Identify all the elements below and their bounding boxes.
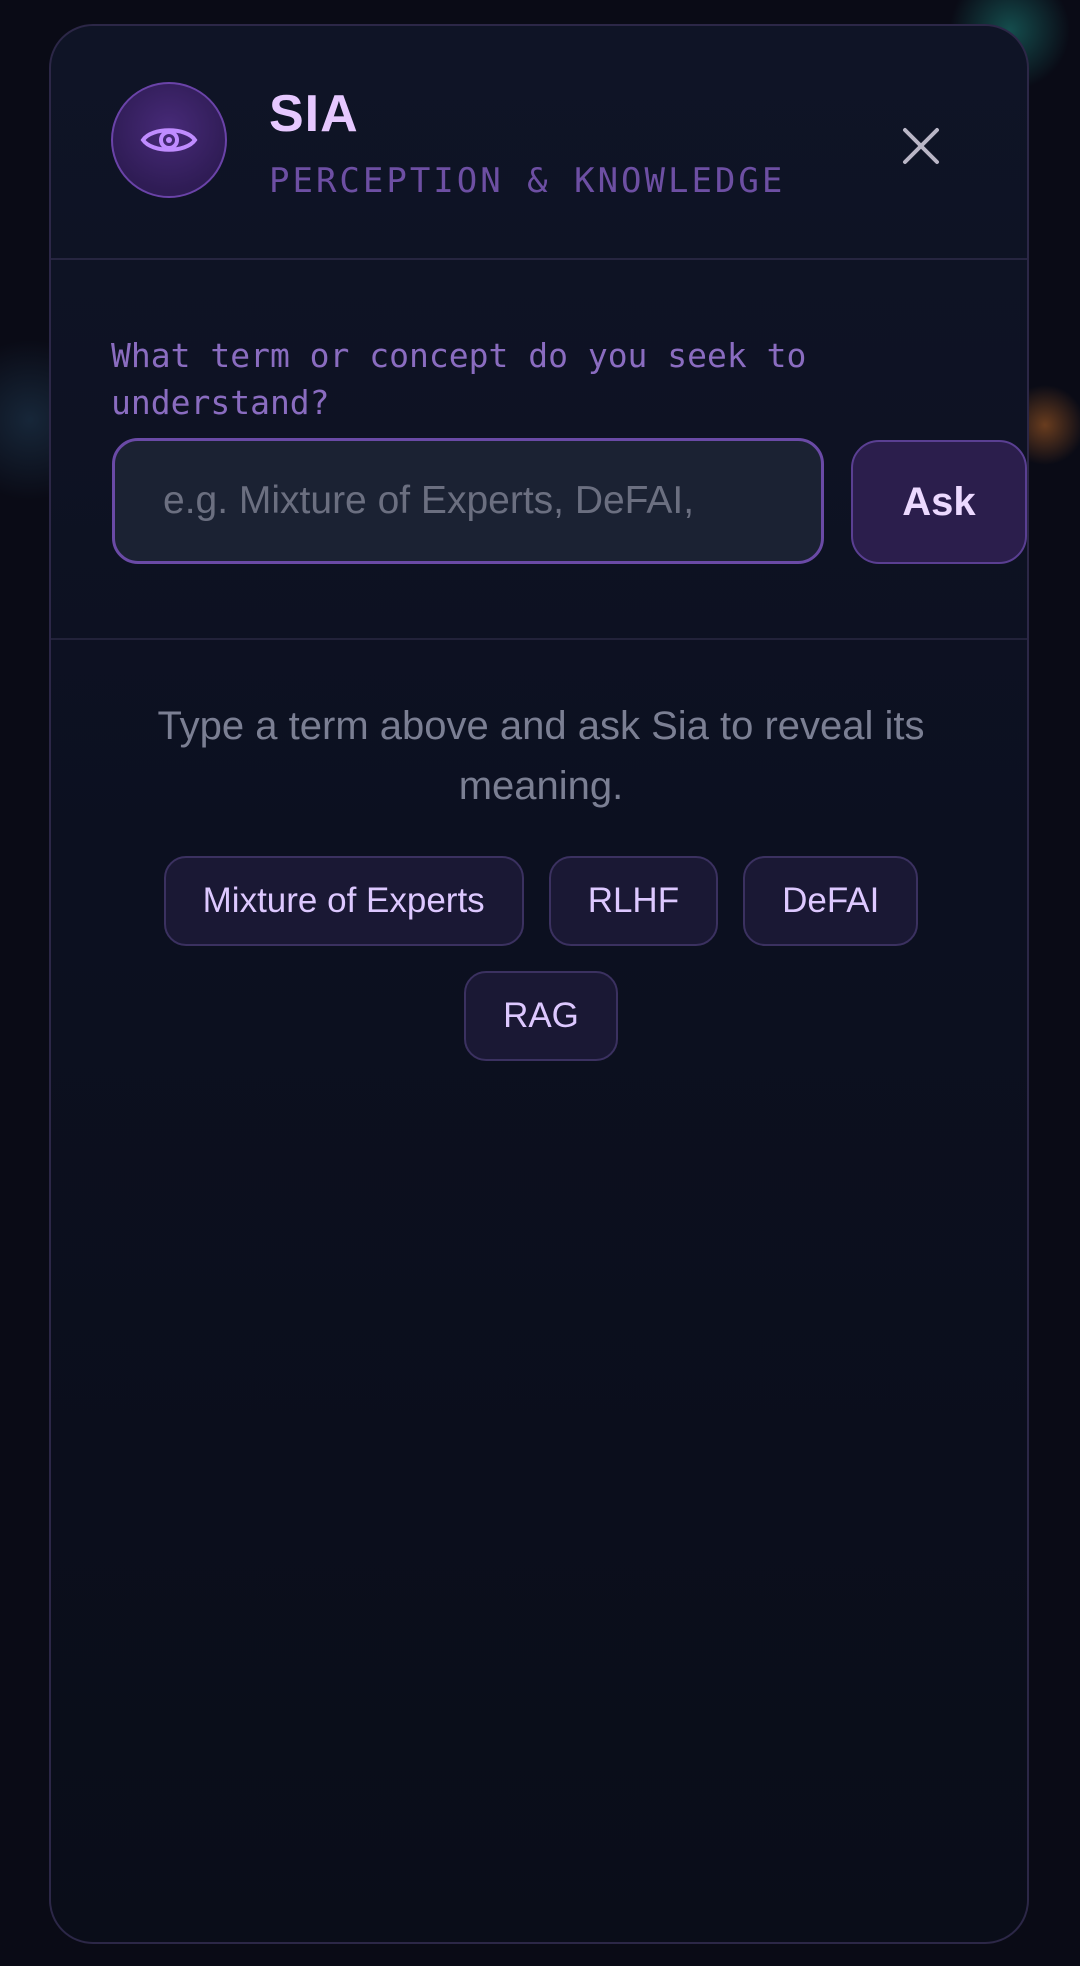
- search-input[interactable]: [112, 438, 824, 564]
- empty-state-hint: Type a term above and ask Sia to reveal …: [157, 704, 925, 808]
- page-subtitle: PERCEPTION & KNOWLEDGE: [269, 161, 786, 201]
- suggestion-chip[interactable]: RLHF: [548, 856, 719, 946]
- close-button[interactable]: [891, 116, 951, 176]
- panel-header: SIA PERCEPTION & KNOWLEDGE: [51, 26, 1027, 260]
- avatar: [111, 82, 227, 198]
- sia-panel: SIA PERCEPTION & KNOWLEDGE What term or …: [49, 24, 1029, 1944]
- close-icon: [903, 128, 939, 164]
- query-section: What term or concept do you seek to unde…: [51, 258, 1027, 640]
- suggestion-chip[interactable]: RAG: [464, 971, 618, 1061]
- eye-icon: [140, 128, 198, 152]
- suggestion-chips: Mixture of Experts RLHF DeFAI RAG: [111, 856, 971, 1061]
- ask-button[interactable]: Ask: [851, 440, 1027, 564]
- page-title: SIA: [269, 85, 359, 143]
- suggestion-chip[interactable]: DeFAI: [743, 856, 919, 946]
- query-prompt: What term or concept do you seek to unde…: [111, 336, 807, 422]
- suggestion-chip[interactable]: Mixture of Experts: [163, 856, 524, 946]
